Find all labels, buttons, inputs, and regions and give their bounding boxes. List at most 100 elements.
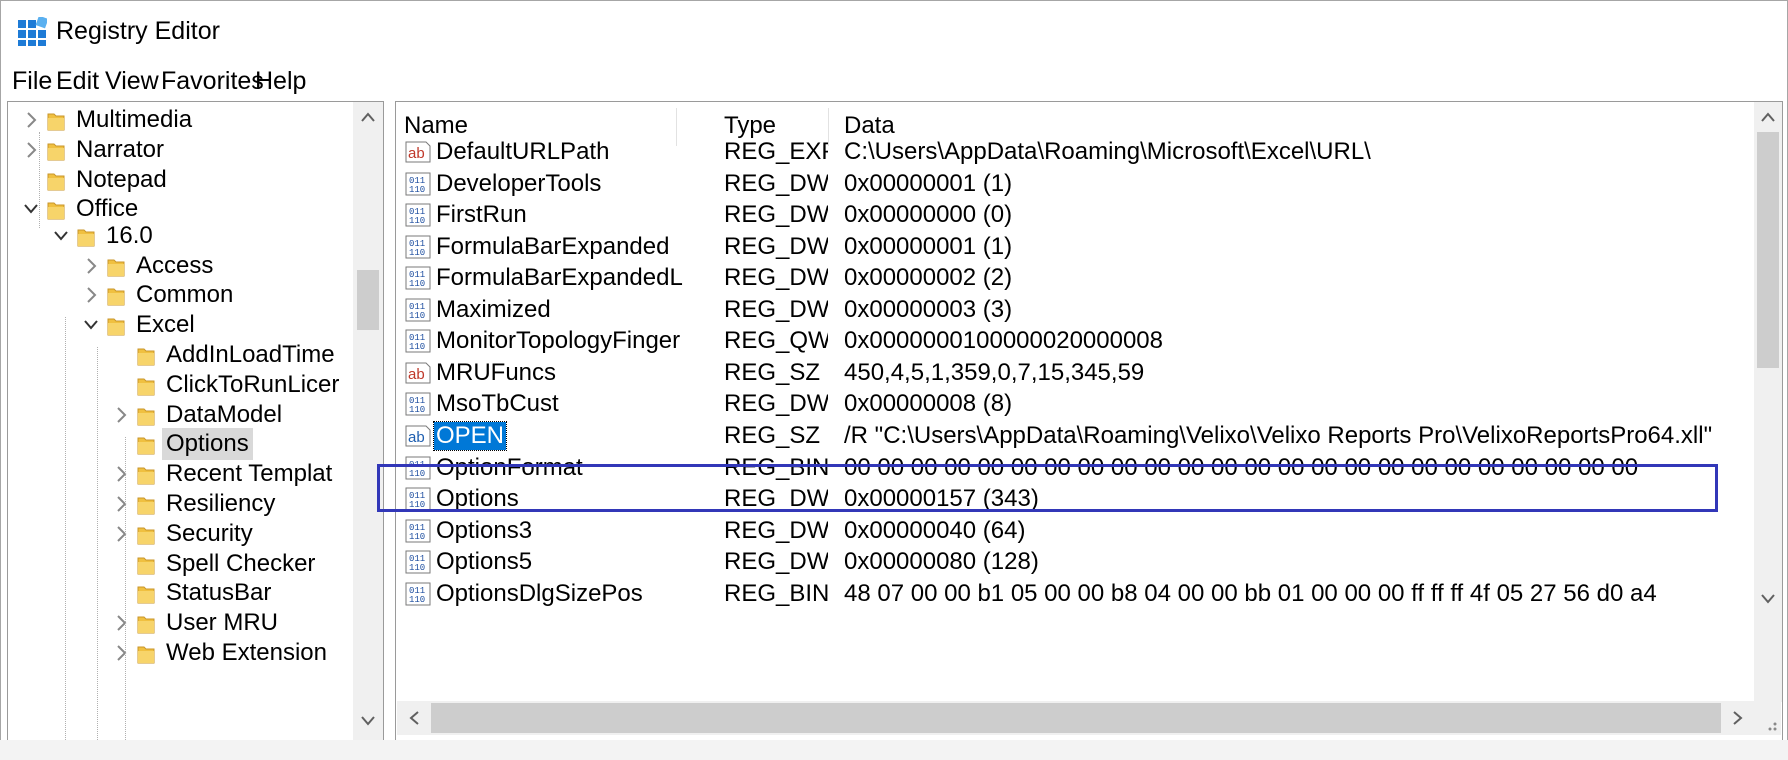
value-type: REG_DW: [724, 548, 828, 576]
values-scroll-thumb[interactable]: [1757, 132, 1779, 368]
menu-bar: File Edit View Favorites Help: [1, 64, 1787, 98]
collapsed-chevron-icon[interactable]: [112, 494, 130, 514]
value-name: FormulaBarExpandedLir: [436, 264, 683, 292]
tree-item-label: Security: [166, 520, 253, 547]
binary-value-icon: 011110: [405, 172, 431, 196]
binary-value-icon: 011110: [405, 456, 431, 479]
folder-icon: [137, 527, 155, 545]
tree-item-label: ClickToRunLicer: [166, 371, 340, 398]
values-list-pane[interactable]: Name Type Data ab DefaultURLPath REG_EX …: [395, 101, 1783, 741]
key-tree-pane[interactable]: Multimedia Narrator Notepad Office 16.0 Acces…: [7, 101, 384, 741]
tree-item[interactable]: Recent Templat: [8, 458, 353, 492]
tree-item-label: User MRU: [166, 609, 278, 636]
collapsed-chevron-icon[interactable]: [22, 140, 40, 160]
value-type: REG_DW: [724, 485, 828, 513]
expanded-chevron-icon[interactable]: [52, 226, 70, 246]
collapsed-chevron-icon[interactable]: [82, 285, 100, 305]
folder-icon: [47, 143, 65, 161]
folder-icon: [47, 113, 65, 131]
value-row[interactable]: 011 110 OptionsDlgSizePos REG_BIN 48 07 00 0…: [396, 576, 1746, 612]
scroll-down-arrow-icon[interactable]: [355, 708, 381, 734]
collapsed-chevron-icon[interactable]: [112, 405, 130, 425]
tree-item-label: Web Extension: [166, 639, 327, 666]
value-name: Options3: [436, 516, 533, 544]
collapsed-chevron-icon[interactable]: [112, 524, 130, 544]
value-type: REG_SZ: [724, 358, 821, 386]
svg-text:110: 110: [409, 532, 425, 542]
folder-icon: [137, 467, 155, 485]
tree-item[interactable]: Excel: [8, 309, 353, 343]
value-data: 0x00000000 (0): [844, 201, 1013, 229]
binary-value-icon: 011110: [405, 487, 431, 511]
expanded-chevron-icon[interactable]: [82, 315, 100, 335]
title-bar[interactable]: Registry Editor: [1, 1, 1787, 63]
string-value-icon: ab: [405, 362, 431, 384]
scroll-right-arrow-icon[interactable]: [1725, 705, 1751, 731]
svg-text:110: 110: [409, 342, 425, 352]
collapsed-chevron-icon[interactable]: [112, 643, 130, 663]
scroll-down-arrow-icon[interactable]: [1755, 586, 1781, 612]
folder-icon: [107, 318, 125, 336]
value-name: MonitorTopologyFinger: [436, 327, 681, 355]
tree-item[interactable]: StatusBar: [8, 577, 353, 611]
tree-item[interactable]: Common: [8, 279, 353, 313]
tree-item[interactable]: ClickToRunLicer: [8, 369, 353, 403]
tree-item-label: 16.0: [106, 222, 153, 249]
tree-item[interactable]: Options: [8, 428, 353, 462]
tree-item[interactable]: 16.0: [8, 220, 353, 254]
tree-item[interactable]: User MRU: [8, 607, 353, 641]
svg-text:110: 110: [409, 469, 425, 479]
tree-item[interactable]: Security: [8, 518, 353, 552]
binary-value-icon: 011110: [405, 298, 431, 322]
scroll-up-arrow-icon[interactable]: [355, 104, 381, 130]
menu-edit[interactable]: Edit: [56, 67, 99, 96]
value-type: REG_DW: [724, 295, 828, 323]
value-data: /R "C:\Users\AppData\Roaming\Velixo\Veli…: [844, 421, 1713, 449]
value-data: 0x00000080 (128): [844, 548, 1039, 576]
expanded-chevron-icon[interactable]: [22, 199, 40, 219]
value-type: REG_DW: [724, 201, 828, 229]
value-name: FirstRun: [436, 201, 527, 229]
tree-item-label: DataModel: [166, 401, 283, 428]
tree-item[interactable]: AddInLoadTime: [8, 339, 353, 373]
tree-item-label: StatusBar: [166, 579, 272, 606]
tree-item-label: Spell Checker: [166, 550, 316, 577]
tree-scroll-thumb[interactable]: [357, 270, 379, 330]
value-name: MsoTbCust: [436, 390, 559, 418]
resize-grip-icon[interactable]: [1755, 701, 1781, 735]
values-horizontal-scrollbar[interactable]: [397, 701, 1755, 735]
tree-vertical-scrollbar[interactable]: [353, 102, 383, 740]
binary-value-icon: 011110: [405, 329, 431, 353]
tree-item[interactable]: Narrator: [8, 134, 353, 168]
folder-icon: [107, 288, 125, 306]
collapsed-chevron-icon[interactable]: [22, 110, 40, 130]
scroll-left-arrow-icon[interactable]: [401, 705, 427, 731]
values-vertical-scrollbar[interactable]: [1754, 102, 1782, 702]
tree-guide-line: [65, 317, 66, 740]
menu-help[interactable]: Help: [255, 67, 306, 96]
folder-icon: [137, 646, 155, 664]
scroll-up-arrow-icon[interactable]: [1755, 104, 1781, 130]
value-data: 48 07 00 00 b1 05 00 00 b8 04 00 00 bb 0…: [844, 579, 1657, 607]
menu-view[interactable]: View: [105, 67, 159, 96]
menu-file[interactable]: File: [12, 67, 52, 96]
value-name: OptionsDlgSizePos: [436, 579, 643, 607]
tree-item[interactable]: Multimedia: [8, 104, 353, 138]
string-value-icon: ab: [405, 141, 431, 163]
folder-icon: [137, 586, 155, 604]
horizontal-scroll-thumb[interactable]: [431, 703, 1721, 733]
tree-item-label: Excel: [136, 311, 195, 338]
tree-guide-line: [125, 437, 126, 740]
collapsed-chevron-icon[interactable]: [82, 256, 100, 276]
collapsed-chevron-icon[interactable]: [112, 464, 130, 484]
value-type: REG_QW: [724, 327, 828, 355]
value-data: 0x00000001 (1): [844, 232, 1013, 260]
value-name: DefaultURLPath: [436, 138, 610, 165]
value-name: OptionFormat: [436, 453, 583, 481]
tree-item-label: Notepad: [76, 166, 167, 193]
menu-favorites[interactable]: Favorites: [161, 67, 264, 96]
collapsed-chevron-icon[interactable]: [112, 613, 130, 633]
tree-item[interactable]: Web Extension: [8, 637, 353, 671]
value-data: 0x00000157 (343): [844, 485, 1039, 513]
tree-item[interactable]: Resiliency: [8, 488, 353, 522]
